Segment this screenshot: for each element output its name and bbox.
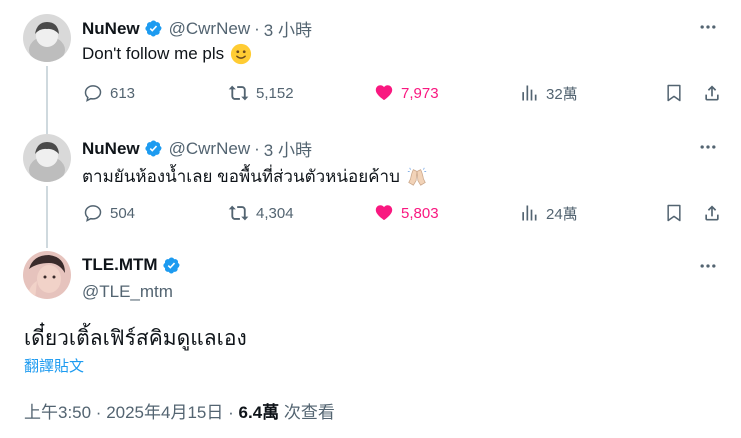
like-icon xyxy=(373,82,395,104)
repost-button[interactable]: 5,152 xyxy=(228,82,294,104)
main-tweet-text: เดี๋ยวเติ้ลเฟิร์สคิมดูแลเอง xyxy=(24,327,247,350)
thread-line xyxy=(46,186,48,248)
more-icon[interactable] xyxy=(697,136,719,158)
main-author: TLE.MTM xyxy=(82,255,181,275)
translate-link[interactable]: 翻譯貼文 xyxy=(24,355,84,376)
display-name[interactable]: TLE.MTM xyxy=(82,255,158,275)
main-views-count: 6.4萬 xyxy=(238,403,280,422)
like-icon xyxy=(373,202,395,224)
tweet-text-content: Don't follow me pls xyxy=(82,44,225,63)
repost-icon xyxy=(228,202,250,224)
reply-count: 504 xyxy=(110,204,136,222)
more-icon[interactable] xyxy=(697,255,719,277)
separator-dot: · xyxy=(228,403,239,422)
avatar[interactable] xyxy=(23,251,71,299)
repost-icon xyxy=(228,82,250,104)
timestamp[interactable]: 3 小時 xyxy=(264,16,312,41)
share-icon[interactable] xyxy=(701,82,723,104)
separator-dot: · xyxy=(254,18,260,38)
like-count: 7,973 xyxy=(401,84,439,102)
main-views-label: 次查看 xyxy=(283,403,335,422)
repost-count: 5,152 xyxy=(256,84,294,102)
verified-badge-icon xyxy=(144,19,163,38)
reply-button[interactable]: 504 xyxy=(82,202,135,224)
separator-dot: · xyxy=(254,138,260,158)
reply-button[interactable]: 613 xyxy=(82,82,135,104)
views-count: 24萬 xyxy=(546,205,578,223)
repost-count: 4,304 xyxy=(256,204,294,222)
verified-badge-icon xyxy=(162,256,181,275)
tweet-meta: 上午3:50 · 2025年4月15日 · 6.4萬 次查看 xyxy=(24,398,335,423)
like-button[interactable]: 5,803 xyxy=(373,202,439,224)
user-handle[interactable]: @CwrNew xyxy=(169,19,250,39)
timestamp[interactable]: 3 小時 xyxy=(264,136,312,161)
avatar[interactable] xyxy=(23,14,71,62)
reply-icon xyxy=(82,82,104,104)
user-handle[interactable]: @CwrNew xyxy=(169,139,250,159)
slightly-smiling-face-icon xyxy=(230,43,252,65)
tweet-text: Don't follow me pls xyxy=(82,43,252,65)
bookmark-icon[interactable] xyxy=(663,202,685,224)
repost-button[interactable]: 4,304 xyxy=(228,202,294,224)
views-icon xyxy=(518,82,540,104)
reply-icon xyxy=(82,202,104,224)
tweet-text: ตามยันห้องน้ำเลย ขอพื้นที่ส่วนตัวหน่อยค้… xyxy=(82,163,428,190)
thread-line xyxy=(46,66,48,134)
more-icon[interactable] xyxy=(697,16,719,38)
views-button[interactable]: 24萬 xyxy=(518,202,578,224)
like-button[interactable]: 7,973 xyxy=(373,82,439,104)
share-icon[interactable] xyxy=(701,202,723,224)
tweet-header: NuNew @CwrNew · 3 小時 xyxy=(82,16,312,41)
main-timestamp[interactable]: 上午3:50 · 2025年4月15日 xyxy=(24,403,223,422)
avatar[interactable] xyxy=(23,134,71,182)
tweet-text-content: ตามยันห้องน้ำเลย ขอพื้นที่ส่วนตัวหน่อยค้… xyxy=(82,167,400,186)
display-name[interactable]: NuNew xyxy=(82,19,140,39)
display-name[interactable]: NuNew xyxy=(82,139,140,159)
views-button[interactable]: 32萬 xyxy=(518,82,578,104)
like-count: 5,803 xyxy=(401,204,439,222)
views-count: 32萬 xyxy=(546,85,578,103)
verified-badge-icon xyxy=(144,139,163,158)
user-handle[interactable]: @TLE_mtm xyxy=(82,282,173,302)
views-icon xyxy=(518,202,540,224)
reply-count: 613 xyxy=(110,84,136,102)
tweet-header: NuNew @CwrNew · 3 小時 xyxy=(82,136,312,161)
folded-hands-icon xyxy=(406,166,428,188)
bookmark-icon[interactable] xyxy=(663,82,685,104)
